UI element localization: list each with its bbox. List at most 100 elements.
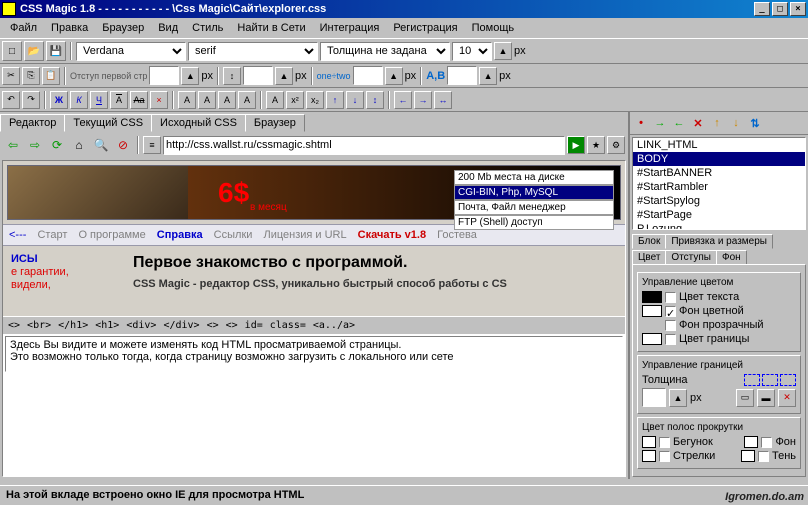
case4-button[interactable]: A: [238, 91, 256, 109]
font-size-select[interactable]: 10: [452, 42, 492, 61]
menu-help[interactable]: Помощь: [466, 20, 521, 36]
scbg-swatch[interactable]: [744, 436, 758, 448]
ptab-color[interactable]: Цвет: [632, 250, 666, 265]
letter-input[interactable]: [447, 66, 477, 85]
ad-banner[interactable]: 6$ в месяц 200 Mb места на диске CGI-BIN…: [7, 165, 621, 220]
scbg-check[interactable]: [761, 437, 772, 448]
go-button[interactable]: ▶: [567, 136, 585, 154]
arr-right[interactable]: →: [414, 91, 432, 109]
rt-sort[interactable]: ⇅: [747, 115, 763, 131]
border-width-input[interactable]: [642, 388, 666, 407]
border-all[interactable]: [744, 374, 760, 386]
bg-color-swatch[interactable]: [642, 305, 662, 317]
menu-view[interactable]: Вид: [152, 20, 184, 36]
rt-right[interactable]: →: [652, 115, 668, 131]
menu-file[interactable]: Файл: [4, 20, 43, 36]
font-generic-select[interactable]: serif: [188, 42, 318, 61]
save-button[interactable]: 💾: [46, 41, 66, 61]
menu-browser[interactable]: Браузер: [96, 20, 150, 36]
nav-stop-button[interactable]: ⊘: [113, 135, 133, 155]
rt-dot[interactable]: •: [633, 115, 649, 131]
undo-button[interactable]: ↶: [2, 91, 20, 109]
indent-step[interactable]: ▲: [181, 67, 199, 85]
tab-source-css[interactable]: Исходный CSS: [151, 114, 246, 132]
letter-step[interactable]: ▲: [479, 67, 497, 85]
nav-links[interactable]: Ссылки: [214, 229, 253, 241]
list-item[interactable]: P.Lozung: [633, 222, 805, 230]
menu-edit[interactable]: Правка: [45, 20, 94, 36]
border-width-step[interactable]: ▲: [669, 389, 687, 407]
menu-registration[interactable]: Регистрация: [387, 20, 463, 36]
arr-lr[interactable]: ↔: [434, 91, 452, 109]
copy-button[interactable]: ⎘: [22, 67, 40, 85]
font-a-button[interactable]: A: [266, 91, 284, 109]
nav-back-link[interactable]: <---: [9, 229, 26, 241]
text-color-swatch[interactable]: [642, 291, 662, 303]
tab-current-css[interactable]: Текущий CSS: [64, 114, 152, 132]
height-input[interactable]: [243, 66, 273, 85]
tab-browser[interactable]: Браузер: [245, 114, 305, 132]
fav-button[interactable]: ★: [587, 136, 605, 154]
border-tb[interactable]: [780, 374, 796, 386]
gear-button[interactable]: ⚙: [607, 136, 625, 154]
cut-button[interactable]: ✂: [2, 67, 20, 85]
nav-forward-button[interactable]: ⇨: [25, 135, 45, 155]
case3-button[interactable]: A: [218, 91, 236, 109]
menu-style[interactable]: Стиль: [186, 20, 229, 36]
size-up-button[interactable]: ▲: [494, 42, 512, 60]
tag-divc[interactable]: </div>: [160, 319, 202, 332]
element-list[interactable]: LINK_HTML BODY #StartBANNER #StartRamble…: [632, 137, 806, 230]
shadow-swatch[interactable]: [741, 450, 755, 462]
paste-button[interactable]: 📋: [42, 67, 60, 85]
underline-button[interactable]: Ч: [90, 91, 108, 109]
rt-up[interactable]: ↑: [709, 115, 725, 131]
tag-id[interactable]: id=: [242, 319, 266, 332]
arr-ud[interactable]: ↕: [366, 91, 384, 109]
overline-button[interactable]: A: [110, 91, 128, 109]
clear-button[interactable]: ×: [150, 91, 168, 109]
case2-button[interactable]: A: [198, 91, 216, 109]
border-color-check[interactable]: [665, 334, 676, 345]
list-item[interactable]: #StartPage: [633, 208, 805, 222]
arr-left[interactable]: ←: [394, 91, 412, 109]
arr-up[interactable]: ↑: [326, 91, 344, 109]
spacing-input[interactable]: [353, 66, 383, 85]
maximize-button[interactable]: □: [772, 2, 788, 16]
text-color-check[interactable]: [665, 292, 676, 303]
html-source-textarea[interactable]: Здесь Вы видите и можете изменять код HT…: [5, 336, 623, 372]
list-item[interactable]: #StartSpylog: [633, 194, 805, 208]
ptab-bg[interactable]: Фон: [716, 250, 747, 265]
sup-button[interactable]: x²: [286, 91, 304, 109]
nav-download[interactable]: Скачать v1.8: [358, 229, 426, 241]
rt-left[interactable]: ←: [671, 115, 687, 131]
tag-h1o[interactable]: <h1>: [92, 319, 122, 332]
sub-button[interactable]: x₂: [306, 91, 324, 109]
nav-refresh-button[interactable]: ⟳: [47, 135, 67, 155]
new-button[interactable]: □: [2, 41, 22, 61]
trans-check[interactable]: [665, 320, 676, 331]
border-color-swatch[interactable]: [642, 333, 662, 345]
minimize-button[interactable]: _: [754, 2, 770, 16]
ptab-bind[interactable]: Привязка и размеры: [665, 234, 773, 249]
arr-down[interactable]: ↓: [346, 91, 364, 109]
tag-btn[interactable]: <>: [5, 319, 23, 332]
nav-home-button[interactable]: ⌂: [69, 135, 89, 155]
tag-br[interactable]: <br>: [24, 319, 54, 332]
border-style-2[interactable]: ▬: [757, 389, 775, 407]
height-button[interactable]: ↕: [223, 67, 241, 85]
nav-about[interactable]: О программе: [78, 229, 145, 241]
tag-a[interactable]: <a../a>: [310, 319, 358, 332]
list-item[interactable]: #StartRambler: [633, 180, 805, 194]
rt-del[interactable]: ✕: [690, 115, 706, 131]
ptab-block[interactable]: Блок: [632, 234, 666, 249]
ptab-indent[interactable]: Отступы: [665, 250, 717, 265]
doc-button[interactable]: ≡: [143, 136, 161, 154]
nav-guest[interactable]: Гостева: [437, 229, 477, 241]
font-family-select[interactable]: Verdana: [76, 42, 186, 61]
tag-div[interactable]: <div>: [123, 319, 159, 332]
rt-down[interactable]: ↓: [728, 115, 744, 131]
tag-e1[interactable]: <>: [204, 319, 222, 332]
nav-back-button[interactable]: ⇦: [3, 135, 23, 155]
spacing-step[interactable]: ▲: [385, 67, 403, 85]
menu-integration[interactable]: Интеграция: [314, 20, 386, 36]
